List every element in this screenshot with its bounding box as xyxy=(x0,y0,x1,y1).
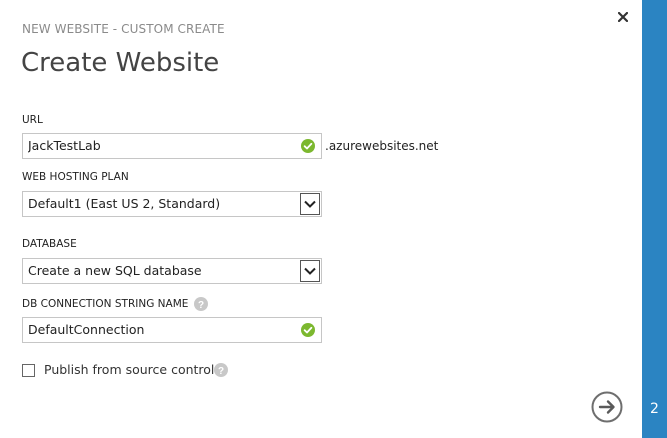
help-icon[interactable]: ? xyxy=(194,297,209,311)
current-step-number: 2 xyxy=(650,401,659,417)
connection-string-label: DB CONNECTION STRING NAME ? xyxy=(22,297,209,311)
hosting-plan-selected: Default1 (East US 2, Standard) xyxy=(28,196,221,211)
svg-text:?: ? xyxy=(198,300,204,311)
publish-label[interactable]: Publish from source control xyxy=(44,362,214,377)
check-circle-icon xyxy=(301,139,315,153)
wizard-steps-bar: 2 xyxy=(642,0,667,438)
close-button[interactable] xyxy=(614,8,632,26)
dialog-subtitle: NEW WEBSITE - CUSTOM CREATE xyxy=(22,22,225,36)
url-suffix: .azurewebsites.net xyxy=(325,139,439,153)
database-label: DATABASE xyxy=(22,238,77,250)
database-selected: Create a new SQL database xyxy=(28,263,202,278)
create-website-dialog: NEW WEBSITE - CUSTOM CREATE Create Websi… xyxy=(0,0,642,438)
hosting-plan-select[interactable]: Default1 (East US 2, Standard) xyxy=(22,191,322,217)
chevron-down-icon[interactable] xyxy=(300,260,320,282)
database-select[interactable]: Create a new SQL database xyxy=(22,258,322,284)
connection-string-input[interactable]: DefaultConnection xyxy=(22,317,322,343)
close-icon xyxy=(618,12,628,22)
page-title: Create Website xyxy=(21,48,220,78)
url-input[interactable]: JackTestLab xyxy=(22,133,322,159)
publish-checkbox[interactable] xyxy=(22,364,35,377)
help-icon[interactable]: ? xyxy=(214,363,228,377)
connection-string-value: DefaultConnection xyxy=(28,322,145,337)
url-label: URL xyxy=(22,114,43,126)
check-circle-icon xyxy=(301,323,315,337)
next-button[interactable] xyxy=(591,391,623,423)
chevron-down-icon[interactable] xyxy=(300,193,320,215)
url-input-value: JackTestLab xyxy=(28,138,101,153)
svg-text:?: ? xyxy=(218,366,224,377)
connection-string-label-text: DB CONNECTION STRING NAME xyxy=(22,298,189,310)
hosting-plan-label: WEB HOSTING PLAN xyxy=(22,171,129,183)
